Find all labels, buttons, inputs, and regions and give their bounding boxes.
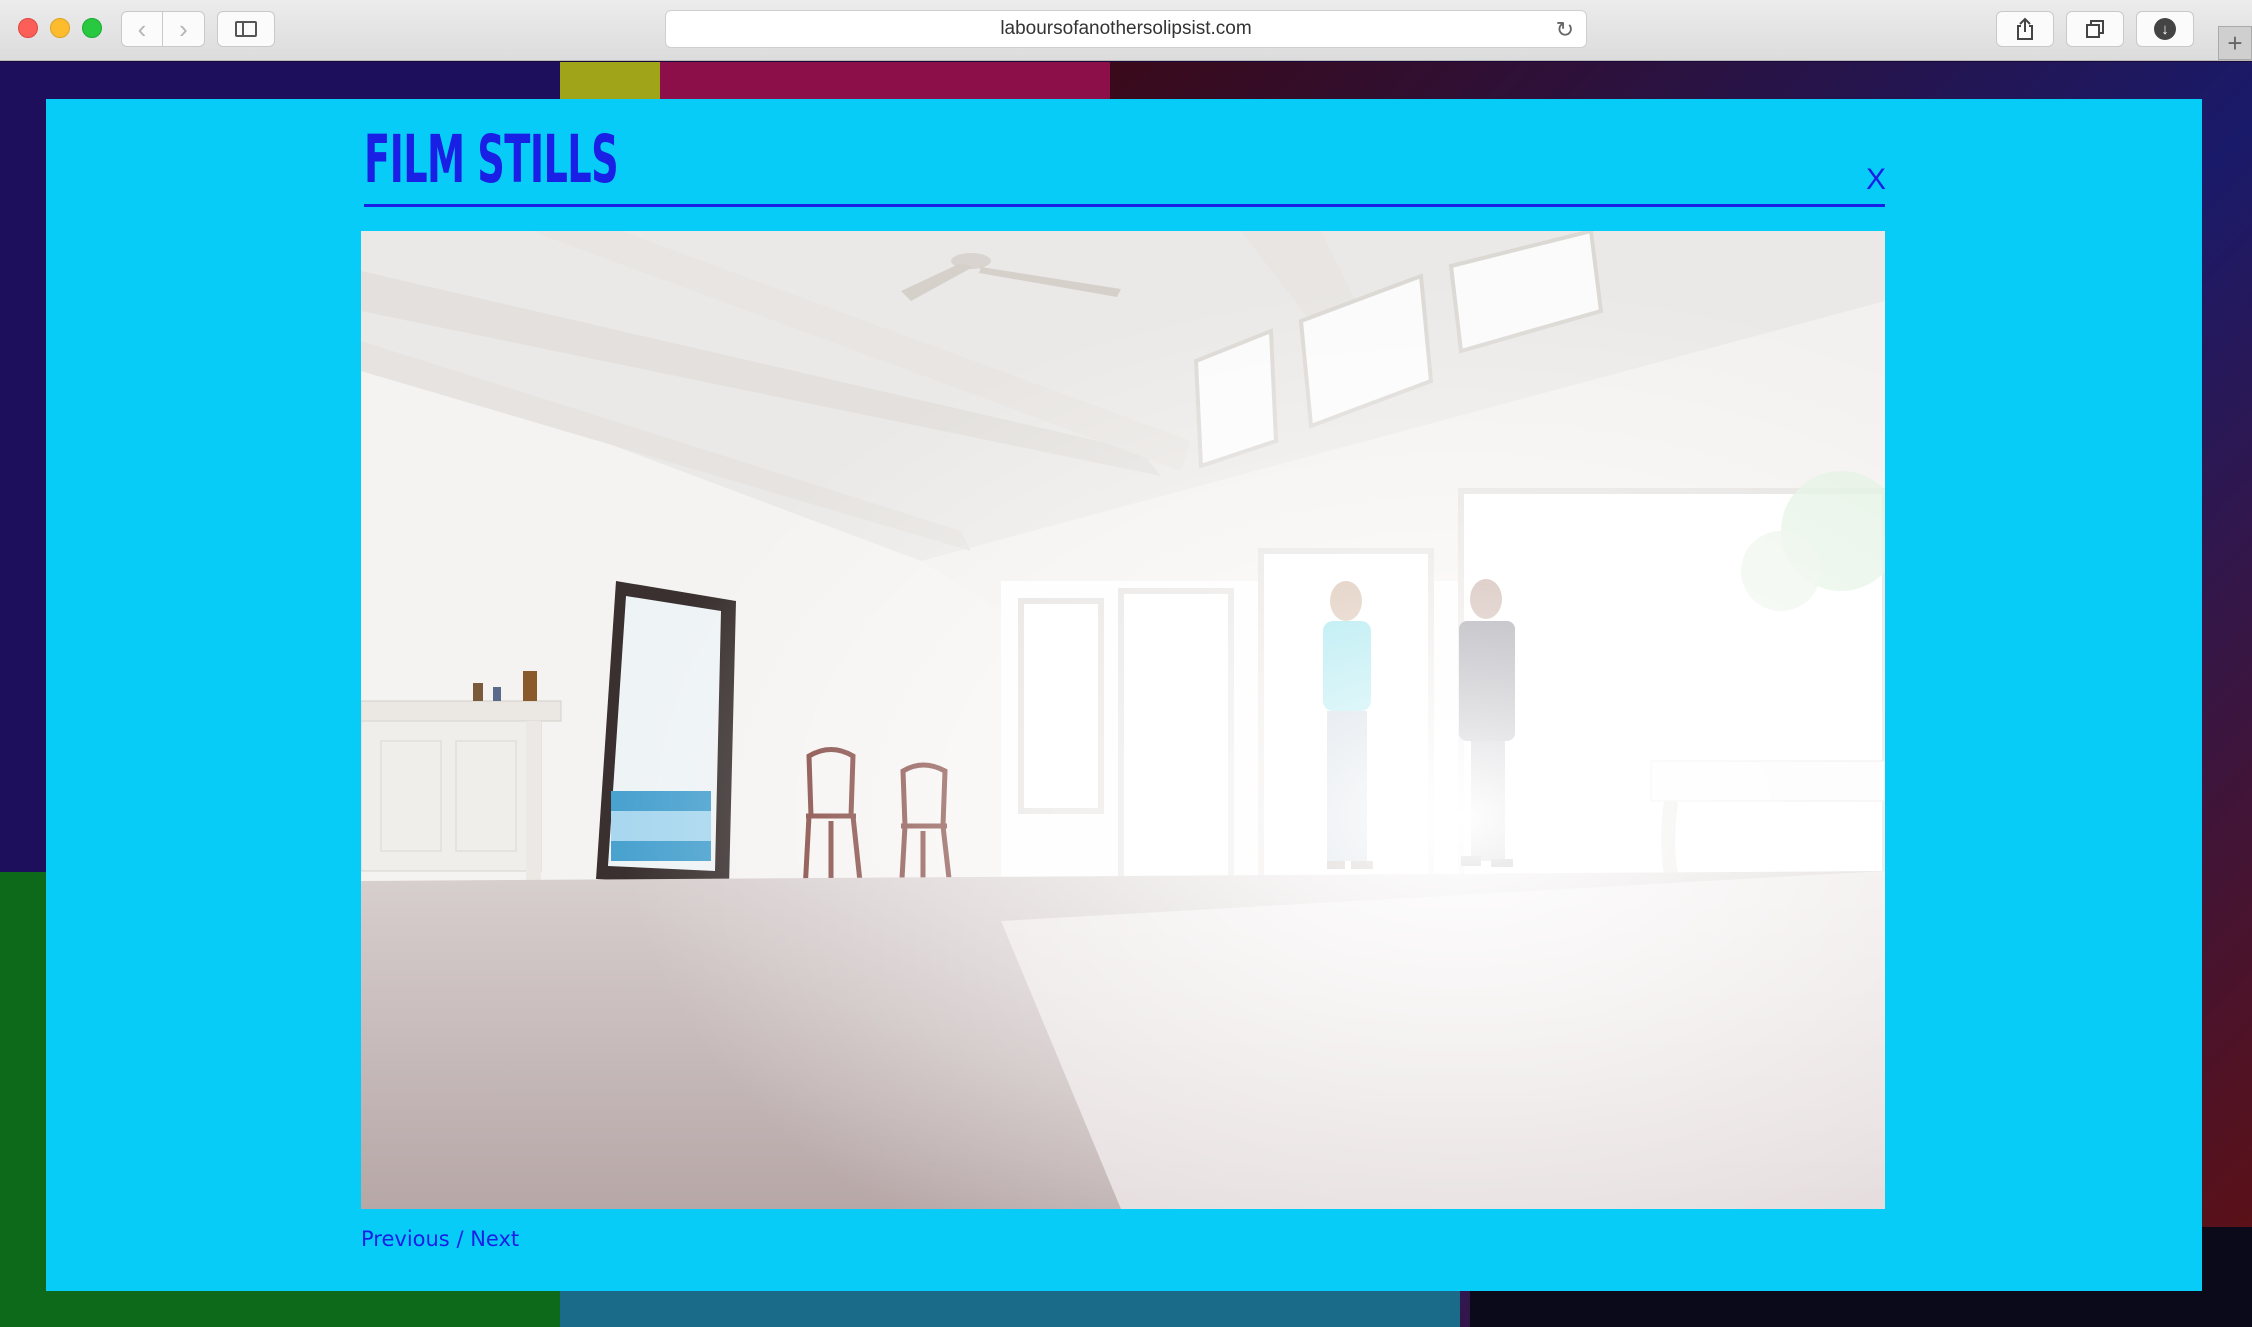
pager: Previous / Next: [361, 1227, 519, 1251]
chevron-right-icon: ›: [179, 13, 188, 44]
background-panel: [560, 62, 660, 102]
background-panel: [660, 62, 1110, 102]
back-button[interactable]: ‹: [121, 11, 163, 47]
tabs-overview-button[interactable]: [2066, 11, 2124, 47]
close-button[interactable]: X: [1861, 163, 1891, 197]
next-link[interactable]: Next: [470, 1227, 519, 1251]
pager-separator: /: [456, 1227, 464, 1251]
downloads-button[interactable]: ↓: [2136, 11, 2194, 47]
reload-icon[interactable]: ↻: [1556, 17, 1574, 43]
film-still-image: [361, 231, 1885, 1209]
title-divider: [364, 204, 1885, 207]
window-maximize-button[interactable]: [82, 18, 102, 38]
share-button[interactable]: [1996, 11, 2054, 47]
share-icon: [2017, 17, 2033, 40]
plus-icon: +: [2227, 27, 2243, 58]
film-still-photo: [361, 231, 1885, 1209]
sidebar-toggle-button[interactable]: [217, 11, 275, 47]
forward-button[interactable]: ›: [163, 11, 205, 47]
sidebar-icon: [235, 21, 257, 37]
chevron-left-icon: ‹: [137, 13, 147, 44]
film-stills-modal: FILM STILLS X Previous / Next: [46, 99, 2202, 1291]
address-bar[interactable]: laboursofanothersolipsist.com ↻: [665, 10, 1587, 48]
url-text: laboursofanothersolipsist.com: [1000, 18, 1252, 39]
download-icon: ↓: [2154, 18, 2176, 40]
window-close-button[interactable]: [18, 18, 38, 38]
tabs-overview-icon: [2086, 20, 2104, 38]
previous-link[interactable]: Previous: [361, 1227, 450, 1251]
window-minimize-button[interactable]: [50, 18, 70, 38]
new-tab-button[interactable]: +: [2218, 26, 2252, 60]
modal-title: FILM STILLS: [364, 121, 619, 198]
browser-toolbar: ‹ › laboursofanothersolipsist.com ↻ ↓ +: [0, 0, 2252, 61]
